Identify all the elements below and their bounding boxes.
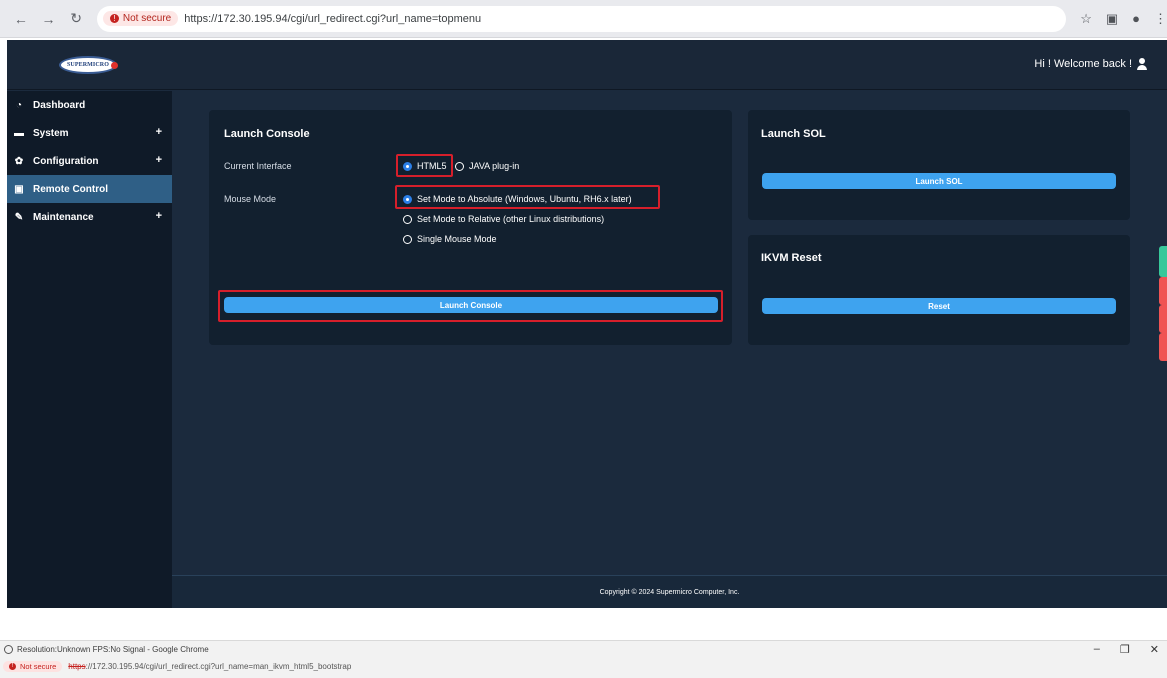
monitor-icon: ▬ [14, 127, 24, 139]
window2-address[interactable]: ! Not secure https://172.30.195.94/cgi/u… [3, 661, 351, 672]
radio-label: HTML5 [417, 161, 447, 171]
user-icon [1137, 58, 1147, 70]
gear-icon: ✿ [14, 155, 24, 167]
sidebar-item-dashboard[interactable]: ◔ Dashboard [7, 91, 172, 119]
current-interface-label: Current Interface [224, 161, 292, 171]
radio-single-mouse[interactable]: Single Mouse Mode [403, 234, 497, 244]
browser-toolbar: ← → ↻ ! Not secure https://172.30.195.94… [0, 0, 1167, 38]
profile-icon[interactable]: ● [1132, 11, 1140, 26]
ikvm-reset-panel: IKVM Reset Reset [748, 235, 1130, 345]
forward-arrow-icon[interactable]: → [38, 8, 60, 30]
window-title: Resolution:Unknown FPS:No Signal - Googl… [4, 645, 209, 654]
sidebar-toggle-icon[interactable]: ▣ [1106, 11, 1118, 27]
side-quick-tabs [1159, 246, 1167, 361]
radio-relative[interactable]: Set Mode to Relative (other Linux distri… [403, 214, 604, 224]
expand-plus-icon[interactable]: + [156, 210, 162, 222]
panel-title: Launch Console [224, 128, 310, 140]
warning-icon: ! [109, 14, 119, 23]
welcome-message[interactable]: Hi ! Welcome back ! [1034, 58, 1147, 70]
sidebar-item-system[interactable]: ▬ System + [7, 119, 172, 147]
radio-label: Set Mode to Relative (other Linux distri… [417, 214, 605, 224]
expand-plus-icon[interactable]: + [156, 126, 162, 138]
mouse-mode-label: Mouse Mode [224, 194, 277, 204]
wrench-icon: ✎ [14, 211, 24, 223]
minimize-icon[interactable]: – [1094, 643, 1100, 656]
launch-console-panel: Launch Console Current Interface HTML5 J… [209, 110, 732, 345]
sidebar-item-configuration[interactable]: ✿ Configuration + [7, 147, 172, 175]
expand-plus-icon[interactable]: + [156, 154, 162, 166]
sidebar-item-label: System [33, 127, 69, 139]
sidebar-item-label: Maintenance [33, 211, 94, 223]
not-secure-label: Not secure [20, 662, 57, 671]
main-content: Launch Console Current Interface HTML5 J… [172, 91, 1167, 573]
url-text: https://172.30.195.94/cgi/url_redirect.c… [68, 662, 351, 671]
window-title-text: Resolution:Unknown FPS:No Signal - Googl… [17, 645, 209, 654]
power-off-tab-icon[interactable] [1159, 277, 1167, 305]
panel-title: IKVM Reset [761, 252, 822, 264]
sidebar-item-label: Configuration [33, 155, 99, 167]
terminal-icon: ▣ [14, 183, 24, 195]
sidebar-item-remote-control[interactable]: ▣ Remote Control [7, 175, 172, 203]
launch-console-button[interactable]: Launch Console [224, 297, 718, 313]
app-header: SUPERMICRO Hi ! Welcome back ! [7, 40, 1167, 90]
reset-button[interactable]: Reset [762, 298, 1116, 314]
warning-icon: ! [9, 663, 16, 670]
panel-title: Launch SOL [761, 128, 826, 140]
radio-absolute[interactable]: Set Mode to Absolute (Windows, Ubuntu, R… [403, 194, 632, 204]
radio-checked-icon[interactable] [403, 194, 412, 204]
footer: Copyright © 2024 Supermicro Computer, In… [172, 575, 1167, 608]
back-arrow-icon[interactable]: ← [10, 8, 32, 30]
radio-checked-icon[interactable] [403, 161, 412, 171]
launch-sol-button[interactable]: Launch SOL [762, 173, 1116, 189]
welcome-label: Hi ! Welcome back ! [1034, 58, 1132, 70]
not-secure-badge[interactable]: ! Not secure [3, 661, 63, 672]
logo-dot [111, 62, 118, 69]
address-bar[interactable]: ! Not secure https://172.30.195.94/cgi/u… [96, 5, 1067, 32]
sidebar-item-label: Remote Control [33, 183, 108, 195]
sidebar-item-label: Dashboard [33, 99, 86, 111]
sidebar: ◔ Dashboard ▬ System + ✿ Configuration +… [7, 91, 172, 608]
radio-unchecked-icon[interactable] [455, 161, 464, 171]
supermicro-logo[interactable]: SUPERMICRO [59, 56, 118, 74]
menu-dots-icon[interactable]: ⋮ [1154, 11, 1167, 27]
restart-tab-icon[interactable] [1159, 305, 1167, 333]
dashboard-icon: ◔ [15, 99, 23, 111]
sidebar-item-maintenance[interactable]: ✎ Maintenance + [7, 203, 172, 231]
radio-unchecked-icon[interactable] [403, 234, 412, 244]
not-secure-badge[interactable]: ! Not secure [102, 11, 179, 26]
radio-label: Set Mode to Absolute (Windows, Ubuntu, R… [417, 194, 632, 204]
not-secure-label: Not secure [122, 13, 172, 24]
bmc-app: SUPERMICRO Hi ! Welcome back ! ◔ Dashboa… [7, 40, 1167, 608]
window-controls: – ❐ ✕ [1094, 643, 1159, 656]
radio-java[interactable]: JAVA plug-in [455, 161, 519, 171]
ikvm-window-bar: Resolution:Unknown FPS:No Signal - Googl… [0, 640, 1167, 678]
radio-html5[interactable]: HTML5 [403, 161, 447, 171]
reload-icon[interactable]: ↻ [65, 8, 87, 30]
restore-icon[interactable]: ❐ [1120, 643, 1130, 656]
radio-label: Single Mouse Mode [417, 234, 497, 244]
url-rest: ://172.30.195.94/cgi/url_redirect.cgi?ur… [85, 662, 352, 671]
close-icon[interactable]: ✕ [1150, 643, 1159, 656]
url-text: https://172.30.195.94/cgi/url_redirect.c… [184, 12, 482, 25]
power-tab-icon[interactable] [1159, 246, 1167, 277]
radio-unchecked-icon[interactable] [403, 214, 412, 224]
chrome-icon [4, 645, 13, 654]
launch-sol-panel: Launch SOL Launch SOL [748, 110, 1130, 220]
radio-label: JAVA plug-in [469, 161, 520, 171]
logo-text: SUPERMICRO [66, 62, 109, 68]
star-icon[interactable]: ☆ [1080, 11, 1092, 27]
globe-tab-icon[interactable] [1159, 333, 1167, 361]
url-scheme: https [68, 662, 86, 671]
